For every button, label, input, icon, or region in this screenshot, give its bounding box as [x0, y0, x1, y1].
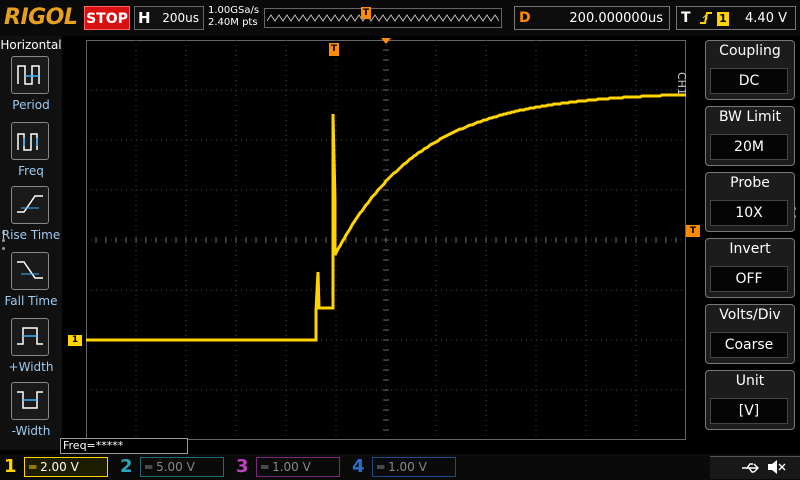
channel-menu: Coupling DC BW Limit 20M Probe 10X Inver… [700, 40, 800, 432]
channel-number: 3 [236, 456, 249, 477]
measure-label: Freq [18, 164, 44, 178]
delay-value: 200.000000us [569, 11, 663, 26]
rising-edge-icon [699, 10, 713, 30]
channel-status-bar: 1 ═ 2.00 V 2 ═ 5.00 V 3 ═ 1.00 V 4 ═ 1.0… [0, 454, 800, 480]
channel-scale: ═ 1.00 V [256, 457, 340, 477]
menu-unit[interactable]: Unit [V] [705, 370, 795, 430]
run-stop-indicator[interactable]: STOP [84, 6, 130, 30]
memory-trigger-marker: T [361, 7, 371, 19]
menu-value: [V] [710, 398, 788, 424]
ch1-waveform-trace [86, 93, 686, 342]
measure-item-minus-width[interactable]: -Width [0, 382, 62, 446]
measure-label: Period [12, 98, 50, 112]
channel-scale: ═ 2.00 V [24, 457, 108, 477]
channel-number: 4 [352, 456, 365, 477]
menu-value: DC [710, 68, 788, 94]
frequency-counter: Freq=***** [60, 438, 188, 454]
period-icon [11, 56, 49, 94]
menu-volts-div[interactable]: Volts/Div Coarse [705, 304, 795, 364]
usb-icon [740, 460, 760, 479]
menu-title: Volts/Div [719, 307, 781, 323]
menu-title: Unit [735, 373, 765, 389]
menu-title: Invert [729, 241, 771, 257]
menu-value: 10X [710, 200, 788, 226]
measure-label: Fall Time [4, 294, 58, 308]
measure-item-fall-time[interactable]: Fall Time [0, 252, 62, 316]
sidebar-title: Horizontal [0, 38, 62, 52]
menu-bw-limit[interactable]: BW Limit 20M [705, 106, 795, 166]
top-status-bar: RIGOL STOP H 200us 1.00GSa/s 2.40M pts T… [0, 0, 800, 36]
menu-value: 20M [710, 134, 788, 160]
rise-time-icon [11, 186, 49, 224]
channel-number: 2 [120, 456, 133, 477]
menu-probe[interactable]: Probe 10X [705, 172, 795, 232]
measure-item-plus-width[interactable]: +Width [0, 318, 62, 382]
channel-scale: ═ 5.00 V [140, 457, 224, 477]
plus-width-icon [11, 318, 49, 356]
measure-sidebar: Horizontal Period Freq Rise Time Fall Ti… [0, 36, 62, 450]
memory-waveform-thumbnail [266, 14, 500, 22]
menu-value: Coarse [710, 332, 788, 358]
timebase-label: H [138, 9, 151, 27]
channel-number: 1 [4, 456, 17, 477]
channel-scale-value: 1.00 V [272, 460, 311, 474]
channel-scale-value: 5.00 V [156, 460, 195, 474]
freq-icon [11, 122, 49, 160]
channel-menu-label: CH1 [675, 72, 688, 95]
measure-item-freq[interactable]: Freq [0, 122, 62, 186]
trigger-level-marker[interactable]: T [686, 225, 700, 237]
horizontal-center-marker [381, 38, 391, 44]
acquisition-info: 1.00GSa/s 2.40M pts [208, 5, 259, 29]
memory-depth: 2.40M pts [208, 17, 258, 28]
sound-muted-icon[interactable] [766, 459, 786, 479]
trigger-box[interactable]: T 1 4.40 V [676, 6, 796, 30]
menu-title: Probe [730, 175, 770, 191]
timebase-box[interactable]: H 200us [134, 6, 204, 30]
measure-label: -Width [11, 424, 51, 438]
menu-value: OFF [710, 266, 788, 292]
menu-title: BW Limit [718, 109, 782, 125]
trigger-source-badge: 1 [717, 12, 729, 26]
menu-invert[interactable]: Invert OFF [705, 238, 795, 298]
channel-scale-value: 2.00 V [40, 460, 79, 474]
trigger-level-value: 4.40 V [745, 11, 787, 26]
channel-scale: ═ 1.00 V [372, 457, 456, 477]
waveform-display[interactable] [86, 40, 686, 440]
memory-overview-strip[interactable] [264, 8, 502, 28]
ch1-ground-marker[interactable]: 1 [68, 335, 82, 346]
measure-item-rise-time[interactable]: Rise Time [0, 186, 62, 250]
measure-label: Rise Time [1, 228, 61, 242]
delay-box[interactable]: D 200.000000us [514, 6, 670, 30]
channel-scale-value: 1.00 V [388, 460, 427, 474]
timebase-value: 200us [162, 11, 199, 25]
fall-time-icon [11, 252, 49, 290]
graticule [86, 40, 686, 440]
menu-coupling[interactable]: Coupling DC [705, 40, 795, 100]
delay-label: D [519, 10, 531, 26]
brand-logo: RIGOL [4, 5, 78, 30]
trigger-label: T [681, 10, 691, 26]
measure-item-period[interactable]: Period [0, 56, 62, 120]
minus-width-icon [11, 382, 49, 420]
menu-title: Coupling [719, 43, 781, 59]
status-icons-area [710, 456, 800, 479]
trigger-position-marker[interactable]: T [329, 43, 339, 56]
sample-rate: 1.00GSa/s [208, 5, 260, 16]
measure-label: +Width [8, 360, 54, 374]
